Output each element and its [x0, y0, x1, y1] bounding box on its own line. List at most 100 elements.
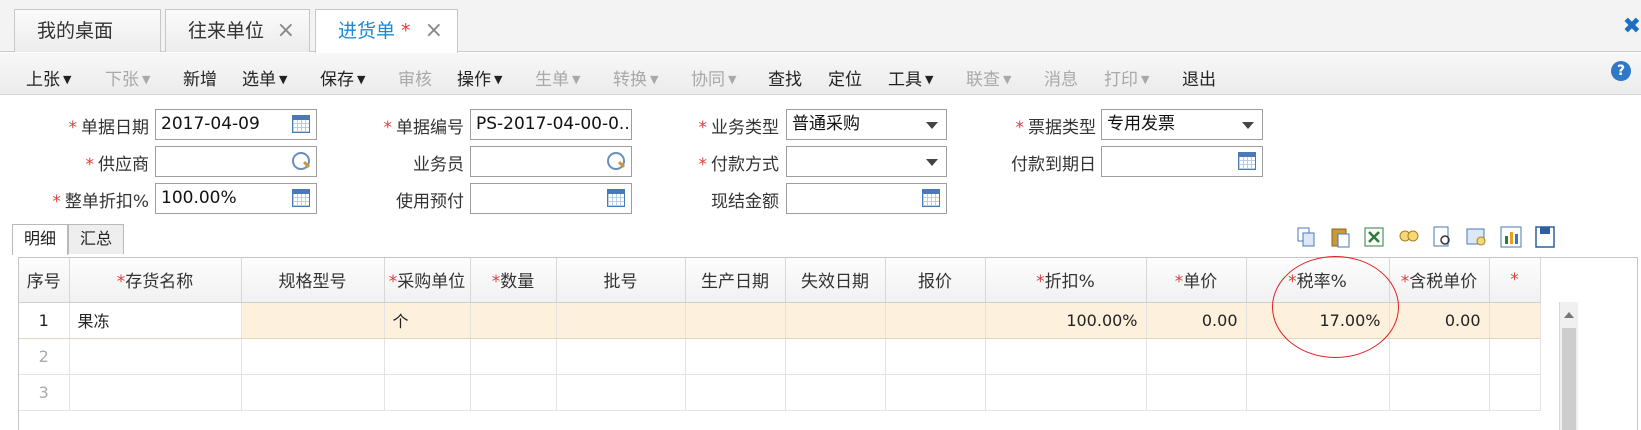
table-cell[interactable] [556, 338, 686, 375]
doc-date-field[interactable]: 2017-04-09 [155, 109, 317, 140]
doc-no-field[interactable]: PS-2017-04-00-0... [470, 109, 632, 140]
toolbar-button-8[interactable]: 转换 ▼ [613, 65, 658, 90]
calculator-icon[interactable] [922, 189, 940, 207]
column-header[interactable]: *折扣% [985, 258, 1147, 303]
toolbar-button-0[interactable]: 上张 ▼ [26, 65, 71, 90]
column-header[interactable]: *数量 [470, 258, 557, 303]
table-cell[interactable] [1146, 374, 1247, 411]
column-header[interactable]: 批号 [556, 258, 686, 303]
table-cell[interactable] [384, 374, 471, 411]
payment-method-select[interactable] [786, 146, 947, 177]
calendar-icon[interactable] [292, 115, 310, 133]
table-cell[interactable] [685, 302, 786, 339]
salesman-input[interactable] [470, 146, 632, 177]
table-cell[interactable]: 0.00 [1389, 302, 1490, 339]
close-icon[interactable]: × [425, 10, 443, 52]
table-cell[interactable] [470, 302, 557, 339]
tab-summary[interactable]: 汇总 [68, 224, 125, 254]
table-cell[interactable] [685, 338, 786, 375]
save-layout-icon[interactable] [1532, 224, 1558, 250]
table-cell[interactable] [885, 374, 986, 411]
table-cell[interactable] [885, 302, 986, 339]
column-header[interactable]: 序号 [19, 258, 70, 303]
table-cell[interactable] [69, 338, 242, 375]
column-header[interactable]: 失效日期 [785, 258, 886, 303]
column-header[interactable]: *含税单价 [1389, 258, 1490, 303]
search-icon[interactable] [607, 152, 625, 170]
table-cell[interactable] [470, 374, 557, 411]
find-icon[interactable] [1396, 224, 1422, 250]
table-row[interactable]: 1 果冻个 100.00% 0.00 17.00% 0.00 [19, 302, 1541, 339]
scroll-up-icon[interactable] [1564, 312, 1574, 318]
table-cell[interactable] [1146, 338, 1247, 375]
table-cell[interactable]: 0.00 [1146, 302, 1247, 339]
table-cell[interactable] [785, 302, 886, 339]
list-icon[interactable] [607, 189, 625, 207]
paste-icon[interactable] [1328, 224, 1354, 250]
table-cell[interactable] [1389, 338, 1490, 375]
table-cell[interactable] [985, 338, 1147, 375]
tab-detail[interactable]: 明细 [12, 224, 69, 255]
toolbar-button-6[interactable]: 操作 ▼ [457, 65, 502, 90]
discount-field[interactable]: 100.00% [155, 183, 317, 214]
excel-export-icon[interactable] [1362, 224, 1388, 250]
table-cell[interactable]: 100.00% [985, 302, 1147, 339]
toolbar-button-1[interactable]: 下张 ▼ [105, 65, 150, 90]
search-icon[interactable] [292, 152, 310, 170]
scroll-thumb[interactable] [1562, 328, 1576, 430]
column-header[interactable]: 报价 [885, 258, 986, 303]
use-prepay-field[interactable] [470, 183, 632, 214]
tab-partners[interactable]: 往来单位 × [165, 9, 310, 52]
table-cell[interactable]: 果冻 [69, 302, 242, 339]
toolbar-button-16[interactable]: 退出 [1182, 65, 1216, 90]
toolbar-button-9[interactable]: 协同 ▼ [691, 65, 736, 90]
toolbar-button-14[interactable]: 消息 [1044, 65, 1078, 90]
chevron-down-icon[interactable] [1242, 122, 1254, 129]
table-cell[interactable] [885, 338, 986, 375]
table-cell[interactable] [241, 374, 385, 411]
table-cell[interactable] [1489, 338, 1541, 375]
chevron-down-icon[interactable] [926, 122, 938, 129]
table-cell[interactable] [1246, 374, 1390, 411]
close-icon[interactable]: × [277, 10, 295, 52]
toolbar-button-3[interactable]: 选单 ▼ [242, 65, 287, 90]
table-cell[interactable] [241, 338, 385, 375]
toolbar-button-13[interactable]: 联查 ▼ [966, 65, 1011, 90]
table-cell[interactable] [556, 302, 686, 339]
column-header[interactable]: *单价 [1146, 258, 1247, 303]
image-icon[interactable] [1464, 224, 1490, 250]
toolbar-button-5[interactable]: 审核 [398, 65, 432, 90]
tab-desktop[interactable]: 我的桌面 [14, 9, 161, 52]
chevron-down-icon[interactable] [926, 159, 938, 166]
table-cell[interactable] [1489, 374, 1541, 411]
help-icon[interactable]: ? [1611, 61, 1631, 81]
preview-icon[interactable] [1430, 224, 1456, 250]
biz-type-select[interactable]: 普通采购 [786, 109, 947, 140]
invoice-type-select[interactable]: 专用发票 [1101, 109, 1263, 140]
toolbar-button-15[interactable]: 打印 ▼ [1104, 65, 1149, 90]
table-row[interactable]: 3 [19, 374, 1541, 411]
column-header[interactable]: * [1489, 258, 1541, 303]
column-header[interactable]: 规格型号 [241, 258, 385, 303]
close-all-icon[interactable]: ✖ [1623, 14, 1641, 39]
supplier-input[interactable] [155, 146, 317, 177]
toolbar-button-4[interactable]: 保存 ▼ [320, 65, 365, 90]
due-date-field[interactable] [1101, 146, 1263, 177]
toolbar-button-12[interactable]: 工具 ▼ [888, 65, 933, 90]
table-row[interactable]: 2 [19, 338, 1541, 375]
table-cell[interactable] [384, 338, 471, 375]
column-header[interactable]: *存货名称 [69, 258, 242, 303]
table-cell[interactable] [470, 338, 557, 375]
column-header[interactable]: *采购单位 [384, 258, 471, 303]
calculator-icon[interactable] [292, 189, 310, 207]
table-cell[interactable] [785, 338, 886, 375]
tab-purchase-order[interactable]: 进货单 * × [315, 9, 458, 53]
chart-icon[interactable] [1498, 224, 1524, 250]
table-cell[interactable]: 17.00% [1246, 302, 1390, 339]
toolbar-button-2[interactable]: 新增 [183, 65, 217, 90]
table-cell[interactable]: 个 [384, 302, 471, 339]
table-cell[interactable] [685, 374, 786, 411]
cash-amount-field[interactable] [786, 183, 947, 214]
table-cell[interactable] [1389, 374, 1490, 411]
column-header[interactable]: *税率% [1246, 258, 1390, 303]
